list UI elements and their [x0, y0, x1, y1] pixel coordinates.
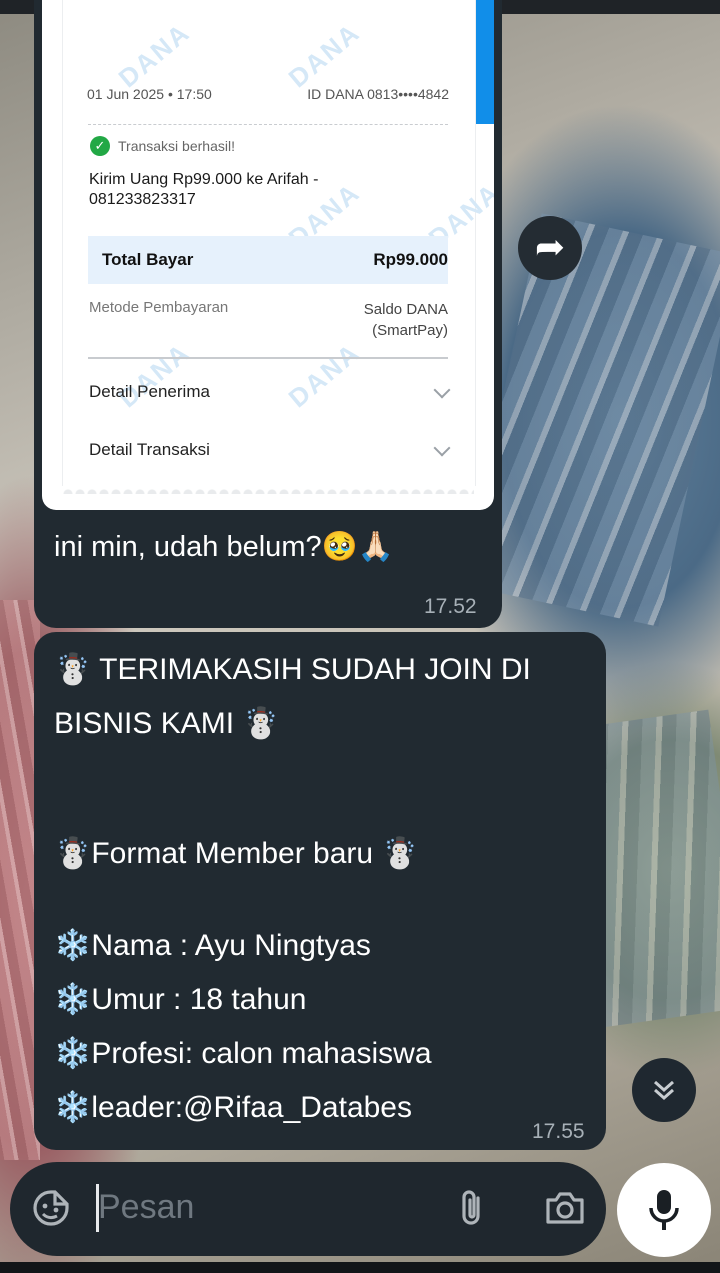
message-line: ❄️Umur : 18 tahun [54, 983, 307, 1016]
camera-icon[interactable] [544, 1190, 586, 1226]
payment-method-label: Metode Pembayaran [89, 299, 229, 316]
divider [88, 124, 448, 125]
navigation-bar [0, 1262, 720, 1273]
message-input[interactable]: Pesan [98, 1188, 194, 1227]
message-line: BISNIS KAMI ☃️ [54, 707, 280, 740]
payment-method-line1: Saldo DANA [363, 301, 448, 318]
microphone-icon [649, 1190, 679, 1230]
payment-method-value: Saldo DANA (SmartPay) [364, 299, 448, 341]
payment-method-line2: (SmartPay) [372, 322, 448, 339]
receipt-image[interactable]: DANA DANA DANA DANA DANA DANA 01 Jun 202… [42, 0, 494, 510]
forward-icon[interactable]: ➦ [518, 216, 582, 280]
watermark: DANA [282, 336, 366, 414]
transaction-status: Transaksi berhasil! [118, 138, 235, 154]
total-row: Total Bayar Rp99.000 [88, 236, 448, 284]
divider [88, 357, 448, 359]
microphone-button[interactable] [617, 1163, 711, 1257]
account-id: ID DANA 0813••••4842 [307, 86, 449, 102]
sticker-icon[interactable] [32, 1189, 70, 1227]
message-line: ☃️Format Member baru ☃️ [54, 837, 419, 870]
message-line: ❄️Nama : Ayu Ningtyas [54, 929, 371, 962]
message-time: 17.55 [532, 1120, 585, 1143]
total-value: Rp99.000 [373, 250, 448, 269]
double-chevron-down-icon[interactable] [632, 1058, 696, 1122]
recipient-detail-row: Detail Penerima [89, 382, 210, 401]
watermark: DANA [282, 16, 366, 94]
message-bubble-text[interactable]: ☃️ TERIMAKASIH SUDAH JOIN DI BISNIS KAMI… [34, 632, 606, 1150]
message-time: 17.52 [424, 595, 477, 618]
message-line: ❄️leader:@Rifaa_Databes [54, 1091, 412, 1124]
message-composer[interactable]: Pesan [10, 1162, 606, 1256]
total-label: Total Bayar [102, 250, 194, 269]
message-line: ☃️ TERIMAKASIH SUDAH JOIN DI [54, 653, 531, 686]
watermark: DANA [112, 336, 196, 414]
transaction-date: 01 Jun 2025 • 17:50 [87, 86, 212, 102]
watermark: DANA [112, 16, 196, 94]
receipt-torn-edge [62, 486, 474, 494]
message-line: ❄️Profesi: calon mahasiswa [54, 1037, 432, 1070]
transaction-detail-row: Detail Transaksi [89, 440, 210, 459]
receipt-accent-strip [474, 0, 494, 124]
message-text: ini min, udah belum?🥹🙏🏻 [54, 531, 394, 563]
paperclip-icon[interactable] [454, 1188, 490, 1228]
transaction-description: Kirim Uang Rp99.000 ke Arifah - 08123382… [89, 171, 319, 208]
check-circle-icon: ✓ [90, 136, 110, 156]
